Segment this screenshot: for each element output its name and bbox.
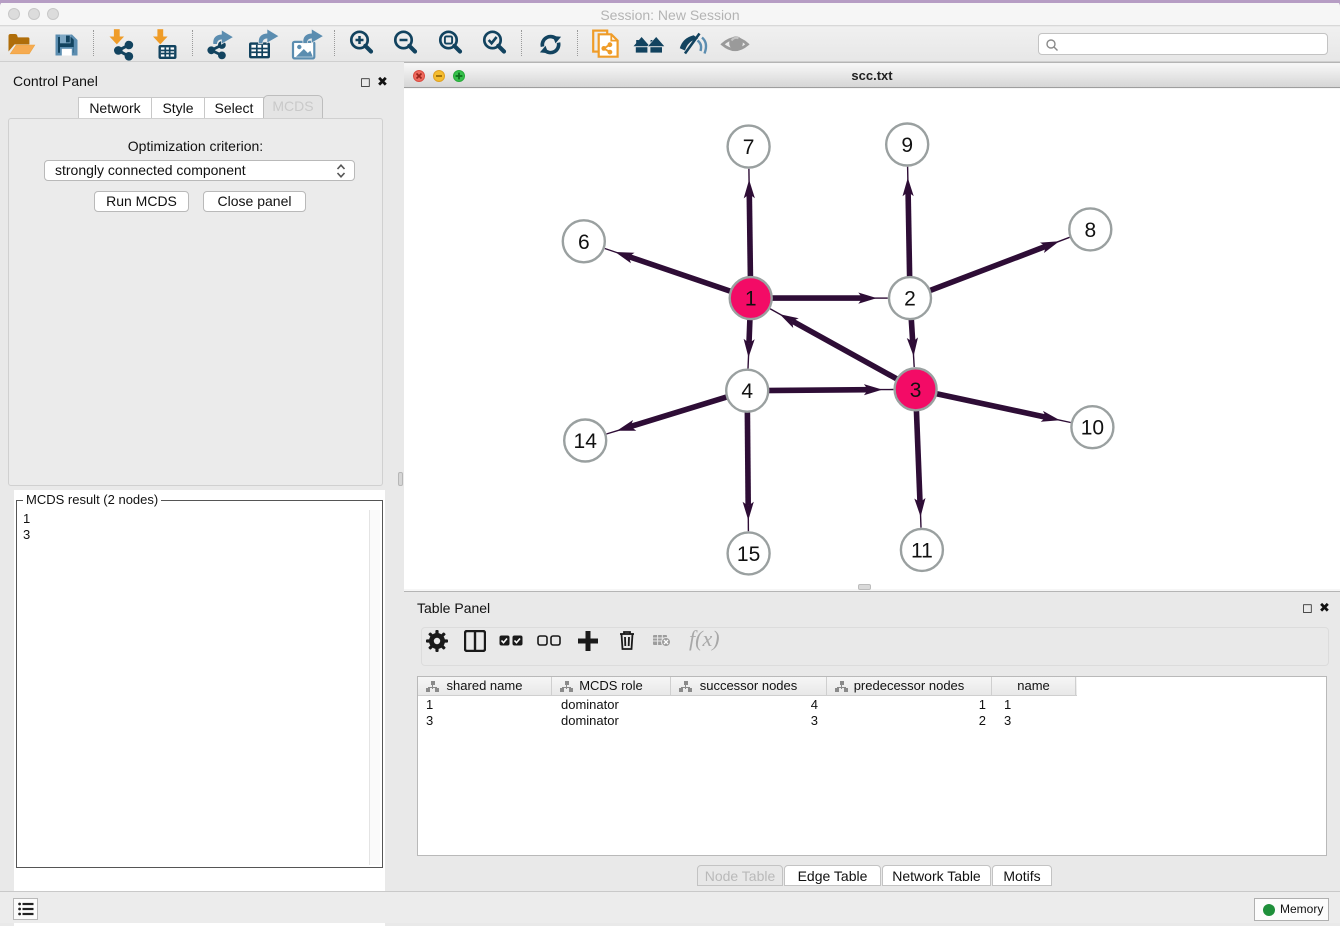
svg-text:10: 10 [1081,417,1104,440]
svg-text:3: 3 [910,379,922,402]
svg-text:8: 8 [1084,219,1096,242]
svg-text:15: 15 [737,543,760,566]
svg-text:2: 2 [904,288,916,311]
svg-text:11: 11 [911,539,933,562]
svg-text:9: 9 [901,134,913,157]
svg-text:4: 4 [741,380,753,403]
svg-text:1: 1 [745,288,757,311]
svg-text:6: 6 [578,231,590,254]
svg-text:7: 7 [743,136,755,159]
svg-text:14: 14 [574,430,598,453]
